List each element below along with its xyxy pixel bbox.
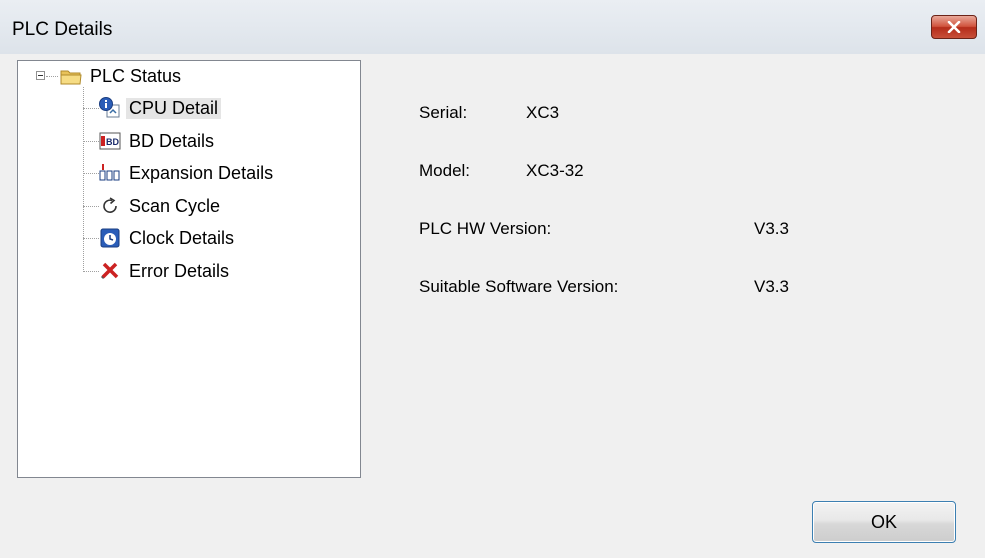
plc-details-dialog: PLC Details PLC Status CPU Detail BD BD … [0,0,985,558]
ok-button[interactable]: OK [812,501,956,543]
hw-version-label: PLC HW Version: [419,219,552,238]
hw-version-value: V3.3 [754,219,789,238]
svg-text:BD: BD [106,137,119,147]
model-value: XC3-32 [526,161,584,180]
close-icon [947,21,961,33]
tree-node-expansion-details[interactable]: Expansion Details [99,159,276,187]
cpu-info-icon [99,97,121,119]
tree-node-bd-details[interactable]: BD BD Details [99,127,217,155]
tree-connector [83,87,84,272]
tree-node-label: PLC Status [90,65,182,86]
tree-node-label: Error Details [129,260,230,281]
tree-node-label: Expansion Details [129,162,274,183]
refresh-cycle-icon [99,195,121,217]
bd-board-icon: BD [99,130,121,152]
tree-connector [83,173,99,174]
plc-status-tree[interactable]: PLC Status CPU Detail BD BD Details Expa… [17,60,361,478]
tree-node-plc-status[interactable]: PLC Status [60,62,184,90]
software-version-label: Suitable Software Version: [419,277,619,296]
serial-value: XC3 [526,103,560,122]
close-button[interactable] [931,15,977,39]
tree-connector [83,206,99,207]
tree-node-label: BD Details [129,130,215,151]
expansion-module-icon [99,162,121,184]
clock-icon [99,227,121,249]
tree-connector [83,108,99,109]
serial-label: Serial: [419,103,468,122]
tree-node-scan-cycle[interactable]: Scan Cycle [99,192,223,220]
collapse-toggle-icon[interactable] [36,71,45,80]
tree-connector [83,238,99,239]
window-title: PLC Details [12,19,113,40]
tree-connector [83,141,99,142]
tree-node-label: CPU Detail [126,97,222,119]
tree-node-label: Clock Details [129,227,235,248]
tree-node-label: Scan Cycle [129,195,221,216]
software-version-value: V3.3 [754,277,789,296]
tree-connector [46,76,58,77]
error-tools-icon [99,260,121,282]
folder-icon [60,65,82,87]
tree-connector [83,271,99,272]
tree-node-clock-details[interactable]: Clock Details [99,224,237,252]
tree-node-cpu-detail[interactable]: CPU Detail [99,94,222,122]
model-label: Model: [419,161,471,180]
tree-node-error-details[interactable]: Error Details [99,257,232,285]
title-bar[interactable]: PLC Details [0,0,985,54]
